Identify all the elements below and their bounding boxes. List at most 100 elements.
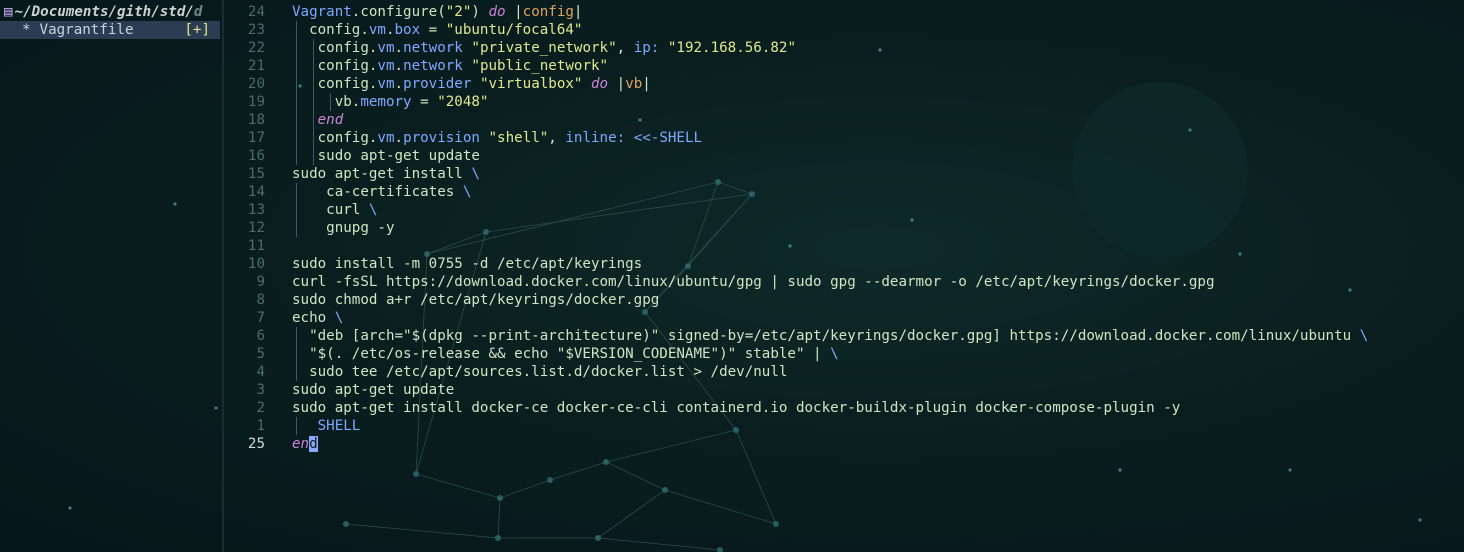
code-token: "$(. /etc/os-release && echo "$VERSION_C… <box>292 346 831 362</box>
code-line[interactable]: 15 sudo apt-get install \ <box>230 165 1464 183</box>
directory-path-tail: d <box>193 4 203 20</box>
code-line[interactable]: 4 sudo tee /etc/apt/sources.list.d/docke… <box>230 363 1464 381</box>
code-token: network <box>403 40 463 56</box>
code-line[interactable]: 2 sudo apt-get install docker-ce docker-c… <box>230 399 1464 417</box>
line-code: sudo tee /etc/apt/sources.list.d/docker.… <box>292 363 787 381</box>
line-code: "$(. /etc/os-release && echo "$VERSION_C… <box>292 345 839 363</box>
code-token: <<-SHELL <box>633 130 703 146</box>
line-code: config.vm.network "private_network", ip:… <box>292 39 796 57</box>
code-line[interactable]: 13 curl \ <box>230 201 1464 219</box>
code-token: SHELL <box>292 418 361 434</box>
code-line[interactable]: 22 config.vm.network "private_network", … <box>230 39 1464 57</box>
line-code: Vagrant.configure("2") do |config| <box>292 3 582 21</box>
current-directory-path[interactable]: ▤ ~/Documents/gith/std/d <box>4 3 202 21</box>
line-number: 24 <box>247 4 265 20</box>
code-line[interactable]: 14 ca-certificates \ <box>230 183 1464 201</box>
constellation-line <box>605 461 666 491</box>
code-token: "public_network" <box>471 58 609 74</box>
line-number: 23 <box>247 22 265 38</box>
code-line[interactable]: 3 sudo apt-get update <box>230 381 1464 399</box>
code-token: | <box>608 76 626 92</box>
code-line[interactable]: 11 <box>230 237 1464 255</box>
code-line[interactable]: 25 end <box>230 435 1464 453</box>
code-line[interactable]: 1 SHELL <box>230 417 1464 435</box>
constellation-node <box>662 487 668 493</box>
code-token: curl <box>292 202 369 218</box>
line-number: 3 <box>256 382 265 398</box>
line-number: 8 <box>256 292 265 308</box>
code-token: sudo tee /etc/apt/sources.list.d/docker.… <box>292 364 788 380</box>
code-token: vm <box>377 40 395 56</box>
line-number: 17 <box>247 130 265 146</box>
code-line[interactable]: 23 config.vm.box = "ubuntu/focal64" <box>230 21 1464 39</box>
code-line[interactable]: 17 config.vm.provision "shell", inline: … <box>230 129 1464 147</box>
code-token: Vagrant <box>292 4 352 20</box>
code-token: config. <box>292 58 378 74</box>
constellation-node <box>343 521 349 527</box>
code-token: = <box>420 22 446 38</box>
file-marker: * <box>22 22 31 38</box>
text-cursor: d <box>309 436 318 452</box>
line-number: 22 <box>247 40 265 56</box>
code-line[interactable]: 8 sudo chmod a+r /etc/apt/keyrings/docker… <box>230 291 1464 309</box>
line-number: 16 <box>247 148 265 164</box>
line-number: 2 <box>256 400 265 416</box>
line-number: 25 <box>247 436 265 452</box>
line-number: 10 <box>247 256 265 272</box>
code-line[interactable]: 10 sudo install -m 0755 -d /etc/apt/keyri… <box>230 255 1464 273</box>
code-token: config. <box>292 40 378 56</box>
code-token: ca-certificates <box>292 184 463 200</box>
code-token: curl -fsSL https://download.docker.com/l… <box>292 274 1215 290</box>
line-code: config.vm.provider "virtualbox" do |vb| <box>292 75 651 93</box>
code-line[interactable]: 6 "deb [arch="$(dpkg --print-architectur… <box>230 327 1464 345</box>
code-line[interactable]: 16 sudo apt-get update <box>230 147 1464 165</box>
code-token: config. <box>292 130 378 146</box>
code-token: config. <box>292 76 378 92</box>
line-number: 9 <box>256 274 265 290</box>
code-token: "shell" <box>488 130 549 146</box>
line-number: 1 <box>256 418 265 434</box>
code-line[interactable]: 5 "$(. /etc/os-release && echo "$VERSION… <box>230 345 1464 363</box>
background-star <box>1118 468 1122 472</box>
code-line[interactable]: 24 Vagrant.configure("2") do |config| <box>230 3 1464 21</box>
line-number: 7 <box>256 310 265 326</box>
line-code: sudo apt-get install docker-ce docker-ce… <box>292 399 1180 417</box>
code-token: . <box>394 76 404 92</box>
code-line[interactable]: 12 gnupg -y <box>230 219 1464 237</box>
constellation-node <box>495 535 501 541</box>
code-line[interactable]: 21 config.vm.network "public_network" <box>230 57 1464 75</box>
code-token: vb. <box>292 94 361 110</box>
code-token: config. <box>292 22 369 38</box>
line-code: SHELL <box>292 417 361 435</box>
constellation-line <box>597 537 721 551</box>
code-token: vb <box>625 76 643 92</box>
file-entry-vagrantfile[interactable]: * Vagrantfile [+] <box>0 21 220 39</box>
code-token: ip: <box>633 40 660 56</box>
line-code: sudo apt-get update <box>292 381 454 399</box>
directory-path-text: ~/Documents/gith/std/ <box>14 4 194 20</box>
line-code: config.vm.network "public_network" <box>292 57 608 75</box>
code-token: "virtualbox" <box>479 76 583 92</box>
code-editor[interactable]: 24 Vagrant.configure("2") do |config| 23 c… <box>230 3 1464 453</box>
constellation-node <box>595 535 601 541</box>
code-line[interactable]: 19 vb.memory = "2048" <box>230 93 1464 111</box>
code-token: , <box>548 130 566 146</box>
code-line[interactable]: 9 curl -fsSL https://download.docker.com/… <box>230 273 1464 291</box>
code-token: provision <box>403 130 480 146</box>
code-token: "deb [arch="$(dpkg --print-architecture)… <box>292 328 1360 344</box>
code-token: gnupg -y <box>292 220 395 236</box>
constellation-line <box>497 497 501 539</box>
line-number: 20 <box>247 76 265 92</box>
constellation-node <box>497 495 503 501</box>
code-token: ) <box>471 4 489 20</box>
line-code: end <box>292 435 318 453</box>
line-number: 21 <box>247 58 265 74</box>
code-line[interactable]: 7 echo \ <box>230 309 1464 327</box>
line-number: 14 <box>247 184 265 200</box>
code-token: \ <box>334 310 344 326</box>
code-line[interactable]: 20 config.vm.provider "virtualbox" do |v… <box>230 75 1464 93</box>
code-token: , <box>616 40 634 56</box>
code-line[interactable]: 18 end <box>230 111 1464 129</box>
